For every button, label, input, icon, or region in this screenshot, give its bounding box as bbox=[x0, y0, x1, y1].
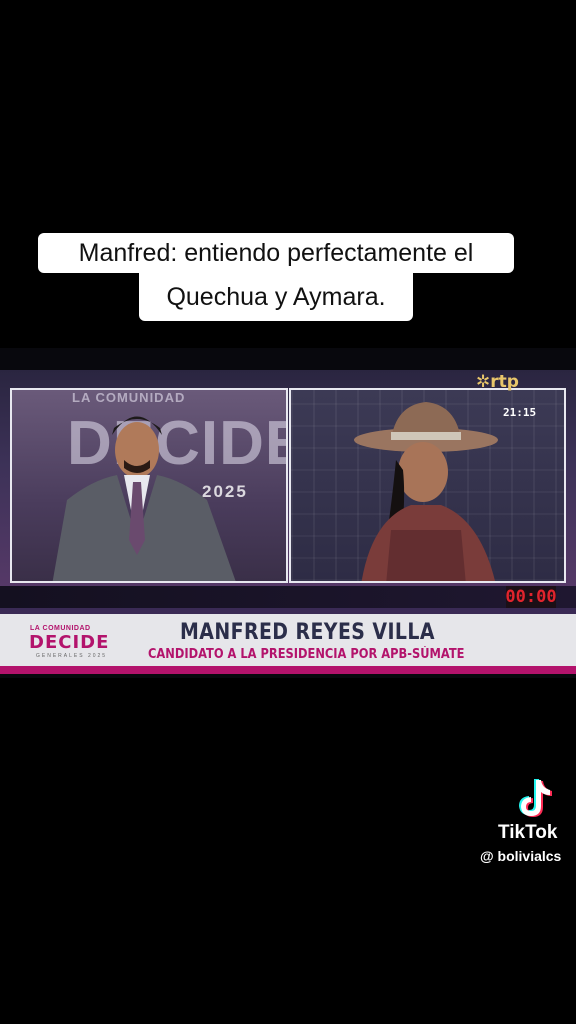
lower-third-bottom-strip bbox=[0, 666, 576, 674]
decide-logo-small: LA COMUNIDAD bbox=[30, 625, 91, 632]
countdown-timer: 00:00 bbox=[505, 586, 557, 608]
channel-logo: ✲rtp bbox=[476, 372, 519, 392]
caption-line-2: Quechua y Aymara. bbox=[139, 273, 413, 321]
candidate-subtitle: CANDIDATO A LA PRESIDENCIA POR APB-SÚMAT… bbox=[148, 647, 465, 662]
caption-line-1: Manfred: entiendo perfectamente el bbox=[38, 233, 514, 273]
timer-bar bbox=[0, 586, 576, 608]
candidate-name: MANFRED REYES VILLA bbox=[180, 620, 435, 645]
video-frame[interactable]: LA COMUNIDAD DECIDE 2025 ✲rtp 21:15 00:0… bbox=[0, 348, 576, 678]
decide-logo-tiny: GENERALES 2025 bbox=[36, 653, 108, 659]
decide-logo: LA COMUNIDAD DECIDE GENERALES 2025 bbox=[24, 622, 114, 662]
candidate-figure bbox=[52, 416, 236, 581]
tiktok-username[interactable]: @ bolivialcs bbox=[480, 848, 561, 864]
broadcast-clock: 21:15 bbox=[503, 406, 537, 419]
caption-text-1: Manfred: entiendo perfectamente el bbox=[78, 238, 474, 267]
rtp-glyph-icon: ✲ bbox=[476, 372, 491, 392]
left-video-panel: LA COMUNIDAD DECIDE 2025 bbox=[10, 388, 288, 583]
decide-logo-big: DECIDE bbox=[29, 632, 110, 653]
channel-logo-text: rtp bbox=[490, 372, 519, 392]
tiktok-brand: TikTok bbox=[498, 822, 558, 843]
caption-text-2: Quechua y Aymara. bbox=[166, 282, 386, 311]
tiktok-logo-icon bbox=[519, 779, 552, 817]
